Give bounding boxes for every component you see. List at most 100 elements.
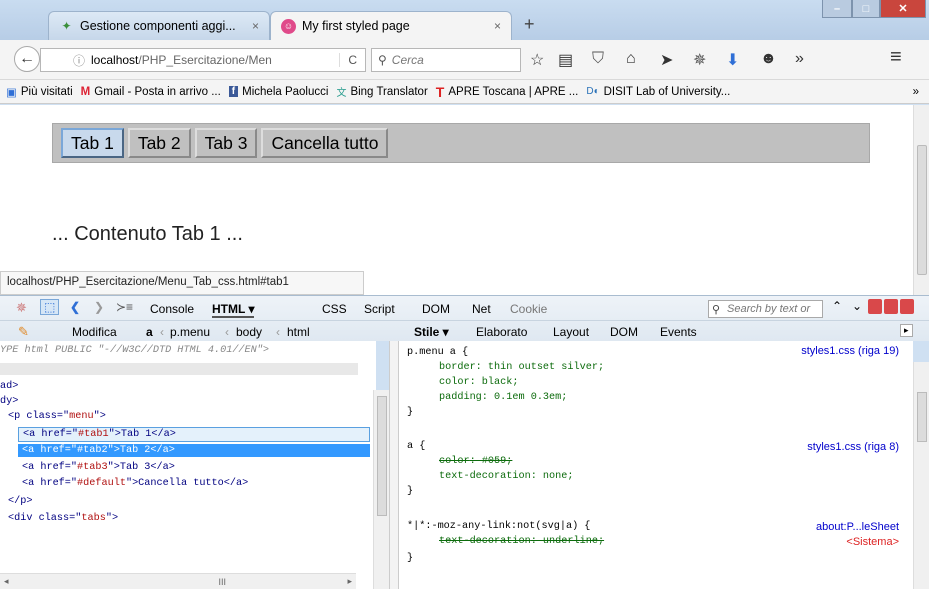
minimize-button[interactable]: – [822,0,852,18]
close-window-button[interactable]: ✕ [880,0,926,18]
send-icon[interactable]: ➤ [660,50,673,70]
rule2-color[interactable]: color: #059; [439,456,512,467]
bookmarks-overflow-icon[interactable]: » [913,86,919,98]
rule1-padding[interactable]: padding: 0.1em 0.3em; [439,392,567,403]
download-icon[interactable]: ⬇ [726,50,739,70]
tab-styled-page[interactable]: ☺ My first styled page × [270,11,512,40]
breadcrumb-p-menu[interactable]: p.menu [170,325,210,339]
breadcrumb-body[interactable]: body [236,325,262,339]
pocket-icon[interactable]: ⛉ [592,50,604,68]
side-tab-style[interactable]: Stile ▾ [414,325,449,339]
close-tab-icon[interactable]: × [494,19,501,33]
rule2-source[interactable]: styles1.css (riga 8) [807,441,899,453]
body-line[interactable]: dy> [0,396,18,407]
rule2-selector[interactable]: a { [407,441,425,452]
style-vertical-scrollbar[interactable] [913,362,929,589]
firebug-bug-icon[interactable]: ✵ [16,300,27,316]
rule1-source[interactable]: styles1.css (riga 19) [801,345,899,357]
rule3-selector[interactable]: *|*:-moz-any-link:not(svg|a) { [407,521,590,532]
search-input[interactable]: ⚲ Cerca [371,48,521,72]
a-tab2-line[interactable]: <a href="#tab2">Tab 2</a> [18,444,370,457]
new-tab-button[interactable]: + [524,14,535,35]
scrollbar-thumb[interactable] [917,392,927,442]
url-bar[interactable]: ⓘ localhost /PHP_Esercitazione/Men C [40,48,366,72]
side-tab-dom[interactable]: DOM [610,325,638,339]
firebug-tab-html[interactable]: HTML ▾ [212,302,255,318]
bookmark-item[interactable]: M Gmail - Posta in arrivo ... [81,86,221,98]
firebug-detach-icon[interactable] [884,299,898,314]
side-panel-menu-icon[interactable]: ▸ [900,324,913,337]
menu-tab-2[interactable]: Tab 2 [127,128,191,158]
back-button[interactable]: ← [14,46,40,72]
bookmark-item[interactable]: 文 Bing Translator [336,84,427,100]
firebug-tab-cookie[interactable]: Cookie [510,302,547,316]
back-nav-icon[interactable]: ❮ [70,300,80,314]
reading-list-icon[interactable]: ▤ [558,50,573,70]
head-line[interactable]: ad> [0,381,18,392]
panel-splitter[interactable] [389,341,399,589]
firebug-tab-net[interactable]: Net [472,302,491,316]
menu-tab-3[interactable]: Tab 3 [194,128,258,158]
firebug-tab-dom[interactable]: DOM [422,302,450,316]
firebug-search-input[interactable]: ⚲ Search by text or [708,300,823,318]
a-tab1-line[interactable]: <a href="#tab1">Tab 1</a> [18,427,370,442]
rule3-text-decoration[interactable]: text-decoration: underline; [439,536,604,547]
side-tab-events[interactable]: Events [660,325,697,339]
a-tab3-line[interactable]: <a href="#tab3">Tab 3</a> [22,462,175,473]
breadcrumb-separator-icon: ‹ [160,325,164,339]
html-vertical-scrollbar[interactable] [373,390,389,589]
tab-addons[interactable]: ✦ Gestione componenti aggi... × [48,11,270,40]
firebug-icon[interactable]: ✵ [693,50,706,70]
home-icon[interactable]: ⌂ [626,50,636,68]
info-icon[interactable]: ⓘ [73,52,85,69]
rule1-color[interactable]: color: black; [439,377,518,388]
rule2-close: } [407,486,414,497]
bookmark-item[interactable]: T APRE Toscana | APRE ... [436,84,579,100]
firebug-minimize-icon[interactable] [868,299,882,314]
firebug-toolbar: ✵ ⬚ ❮ ❯ ≻≡ Console HTML ▾ CSS Script DOM… [0,295,929,341]
firebug-close-icon[interactable] [900,299,914,314]
forward-nav-icon[interactable]: ❯ [94,300,104,314]
page-content: Tab 1 Tab 2 Tab 3 Cancella tutto ... Con… [0,105,913,271]
scroll-left-icon[interactable]: ◂ [4,576,9,587]
bookmark-item[interactable]: ▣ Più visitati [6,85,73,99]
rule1-selector[interactable]: p.menu a { [407,347,468,358]
search-down-icon[interactable]: ⌄ [852,299,862,313]
bookmark-star-icon[interactable]: ☆ [530,50,544,70]
side-tab-computed[interactable]: Elaborato [476,325,527,339]
rule2-text-decoration[interactable]: text-decoration: none; [439,471,574,482]
rule3-source[interactable]: about:P...leSheet [816,521,899,533]
search-up-icon[interactable]: ⌃ [832,299,842,313]
scroll-right-icon[interactable]: ▸ [347,576,352,587]
maximize-button[interactable]: □ [852,0,880,18]
close-tab-icon[interactable]: × [252,19,259,33]
edit-icon[interactable]: ✎ [18,324,29,340]
side-tab-layout[interactable]: Layout [553,325,589,339]
scrollbar-thumb[interactable] [377,396,387,516]
chat-icon[interactable]: ☻ [760,50,777,68]
menu-icon[interactable]: ≡ [890,46,902,69]
gmail-icon: M [80,85,91,98]
rule1-border[interactable]: border: thin outset silver; [439,362,604,373]
firebug-tab-console[interactable]: Console [150,302,194,316]
bookmark-item[interactable]: D◐ DISIT Lab of University... [586,86,730,98]
p-menu-line[interactable]: <p class="menu"> [8,411,106,422]
html-horizontal-scrollbar[interactable]: ◂ III ▸ [0,573,356,589]
page-scrollbar[interactable] [913,105,929,295]
edit-button[interactable]: Modifica [72,325,117,339]
bookmark-item[interactable]: f Michela Paolucci [228,86,328,98]
menu-clear-all[interactable]: Cancella tutto [261,128,389,158]
inspect-icon[interactable]: ⬚ [40,299,60,315]
reload-icon[interactable]: C [339,53,357,67]
firebug-tab-script[interactable]: Script [364,302,395,316]
overflow-icon[interactable]: » [795,50,804,68]
breadcrumb-html[interactable]: html [287,325,310,339]
p-close-line[interactable]: </p> [8,496,32,507]
firebug-tab-css[interactable]: CSS [322,302,347,316]
scrollbar-thumb[interactable] [917,145,927,275]
breadcrumb-a[interactable]: a [146,325,153,339]
div-tabs-line[interactable]: <div class="tabs"> [8,513,118,524]
command-line-icon[interactable]: ≻≡ [116,300,133,314]
menu-tab-1[interactable]: Tab 1 [61,128,124,158]
a-default-line[interactable]: <a href="#default">Cancella tutto</a> [22,478,248,489]
